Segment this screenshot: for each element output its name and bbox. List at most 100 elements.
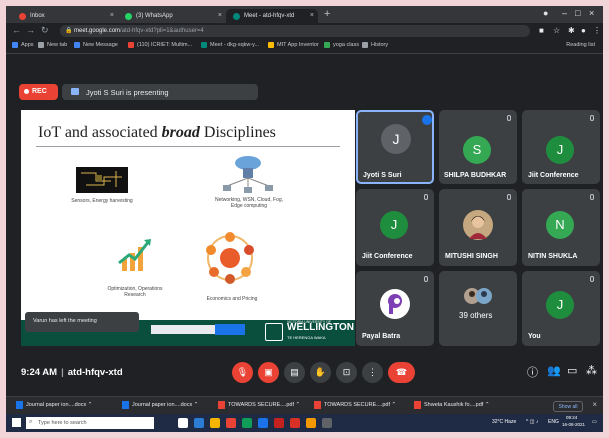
participant-tile[interactable]: J Jyoti S Suri [356,110,434,184]
system-tray-icons[interactable]: ^ ◫ ♪ [526,419,538,425]
download-item[interactable]: Journal paper ion....docx ⌃ [122,401,198,409]
participant-tile[interactable]: N NITIN SHUKLA [522,189,600,266]
sensor-board-image [76,167,128,193]
participant-tile[interactable]: J Jiit Conference [522,110,600,184]
tab-whatsapp[interactable]: (3) WhatsApp × [118,9,226,23]
bookmark-new-tab[interactable]: New tab [38,42,67,48]
download-item[interactable]: Journal paper ion....docx ⌃ [16,401,92,409]
caption-networking: Networking, WSN, Cloud, Fog, Edge comput… [214,197,284,209]
mic-muted-icon [507,194,511,200]
tab-inbox[interactable]: Inbox × [12,9,118,23]
clock-date[interactable]: 16-08-2021 [562,422,585,427]
separator: | [61,367,64,378]
participant-name: You [528,333,541,340]
bookmark-yoga-class[interactable]: yoga class [324,42,359,48]
participant-name: Jiit Conference [528,172,579,179]
title-suffix: Disciplines [199,124,276,141]
captions-button[interactable]: ▤ [284,362,305,383]
participant-tile[interactable]: Payal Batra [356,271,434,346]
caption-sensors: Sensors, Energy harvesting [71,198,133,204]
maximize-icon[interactable]: □ [575,8,580,18]
clock-time[interactable]: 09:24 [566,415,577,420]
address-bar[interactable]: 🔒 meet.google.com/atd-hfqv-xtd?pli=1&aut… [60,25,530,37]
bookmark-icriet[interactable]: (110) ICRIET: Multim... [128,42,192,48]
notifications-icon[interactable]: ▭ [592,419,597,425]
tab-label: Meet - atd-hfqv-xtd [244,13,295,19]
camera-off-button[interactable]: ▣ [258,362,279,383]
app-icon[interactable] [322,418,332,428]
edge-icon[interactable] [258,418,268,428]
minimize-icon[interactable]: – [562,8,567,18]
search-icon: ⌕ [29,419,33,425]
self-tile[interactable]: J You [522,271,600,346]
bookmark-mit-app-inventor[interactable]: MIT App Inventor [268,42,319,48]
download-item[interactable]: Shweta Kaushik fo....pdf ⌃ [414,401,489,409]
download-item[interactable]: TOWARDS SECURE....pdf ⌃ [218,401,300,409]
new-tab-button[interactable]: + [324,8,330,20]
download-item[interactable]: TOWARDS SECURE....pdf ⌃ [314,401,396,409]
bookmark-label: Meet - dkg-sqkw-y... [210,42,260,48]
more-options-button[interactable]: ⋮ [362,362,383,383]
menu-icon[interactable]: ⋮ [593,26,601,35]
network-cloud-image [223,156,273,193]
app-icon[interactable] [306,418,316,428]
star-icon[interactable]: ☆ [553,26,560,35]
caption-economics: Economics and Pricing [206,296,258,302]
mic-off-button[interactable]: 🎙 [232,362,253,383]
close-window-icon[interactable]: × [589,8,594,18]
close-icon[interactable]: × [592,400,597,409]
extensions-icon[interactable]: ✱ [568,26,575,35]
camera-icon[interactable]: ■ [539,26,544,35]
people-icon[interactable]: 👥 [547,364,561,377]
weather-status[interactable]: 32°C Haze [492,419,516,425]
slide-title: IoT and associated broad Disciplines [38,124,276,142]
history-icon [362,42,368,48]
show-all-button[interactable]: Show all [553,401,583,412]
chat-icon[interactable]: ▭ [567,364,577,377]
pdf-icon [314,401,321,409]
bookmark-label: History [371,42,389,48]
bookmark-apps[interactable]: Apps [12,42,34,48]
close-icon[interactable]: × [310,12,314,19]
windows-start-icon[interactable] [12,418,21,427]
file-explorer-icon[interactable] [210,418,220,428]
bookmark-label: yoga class [333,42,359,48]
rec-label: REC [32,88,47,95]
others-tile[interactable]: 39 others [439,271,517,346]
powerpoint-icon[interactable] [290,418,300,428]
lock-icon: 🔒 [65,28,73,34]
download-label: Shweta Kaushik fo....pdf [424,402,484,408]
title-bold: broad [161,124,200,141]
chrome-icon[interactable] [242,418,252,428]
participant-tile[interactable]: MITUSHI SINGH [439,189,517,266]
leave-call-button[interactable]: ☎ [388,362,415,383]
address-host: meet.google.com [74,28,121,34]
language-indicator[interactable]: ENG [548,419,559,425]
taskbar-search[interactable]: ⌕ Type here to search [26,417,154,429]
back-icon[interactable]: ← [12,25,21,35]
close-icon[interactable]: × [110,12,114,19]
forward-icon[interactable]: → [26,25,35,35]
present-button[interactable]: ⊡ [336,362,357,383]
participant-tile[interactable]: J Jiit Conference [356,189,434,266]
reading-list[interactable]: Reading list [566,42,595,48]
meet-icon [233,13,240,20]
profile-icon[interactable]: ● [543,8,548,18]
reload-icon[interactable]: ↻ [41,25,49,36]
bookmark-meet[interactable]: Meet - dkg-sqkw-y... [201,42,259,48]
acrobat-icon[interactable] [274,418,284,428]
participant-name: SHILPA BUDHKAR [444,172,507,179]
mail-icon[interactable] [226,418,236,428]
bookmark-new-message[interactable]: New Message [74,42,118,48]
raise-hand-button[interactable]: ✋ [310,362,331,383]
tab-meet[interactable]: Meet - atd-hfqv-xtd × [226,9,318,23]
shared-slide: IoT and associated broad Disciplines Sen… [21,110,355,346]
info-icon[interactable]: ⓘ [527,364,538,380]
bookmark-history[interactable]: History [362,42,388,48]
close-icon[interactable]: × [218,12,222,19]
avatar[interactable]: ● [581,26,586,35]
word-icon[interactable] [194,418,204,428]
participant-tile[interactable]: S SHILPA BUDHKAR [439,110,517,184]
activities-icon[interactable]: ⁂ [586,364,597,377]
task-view-icon[interactable] [178,418,188,428]
